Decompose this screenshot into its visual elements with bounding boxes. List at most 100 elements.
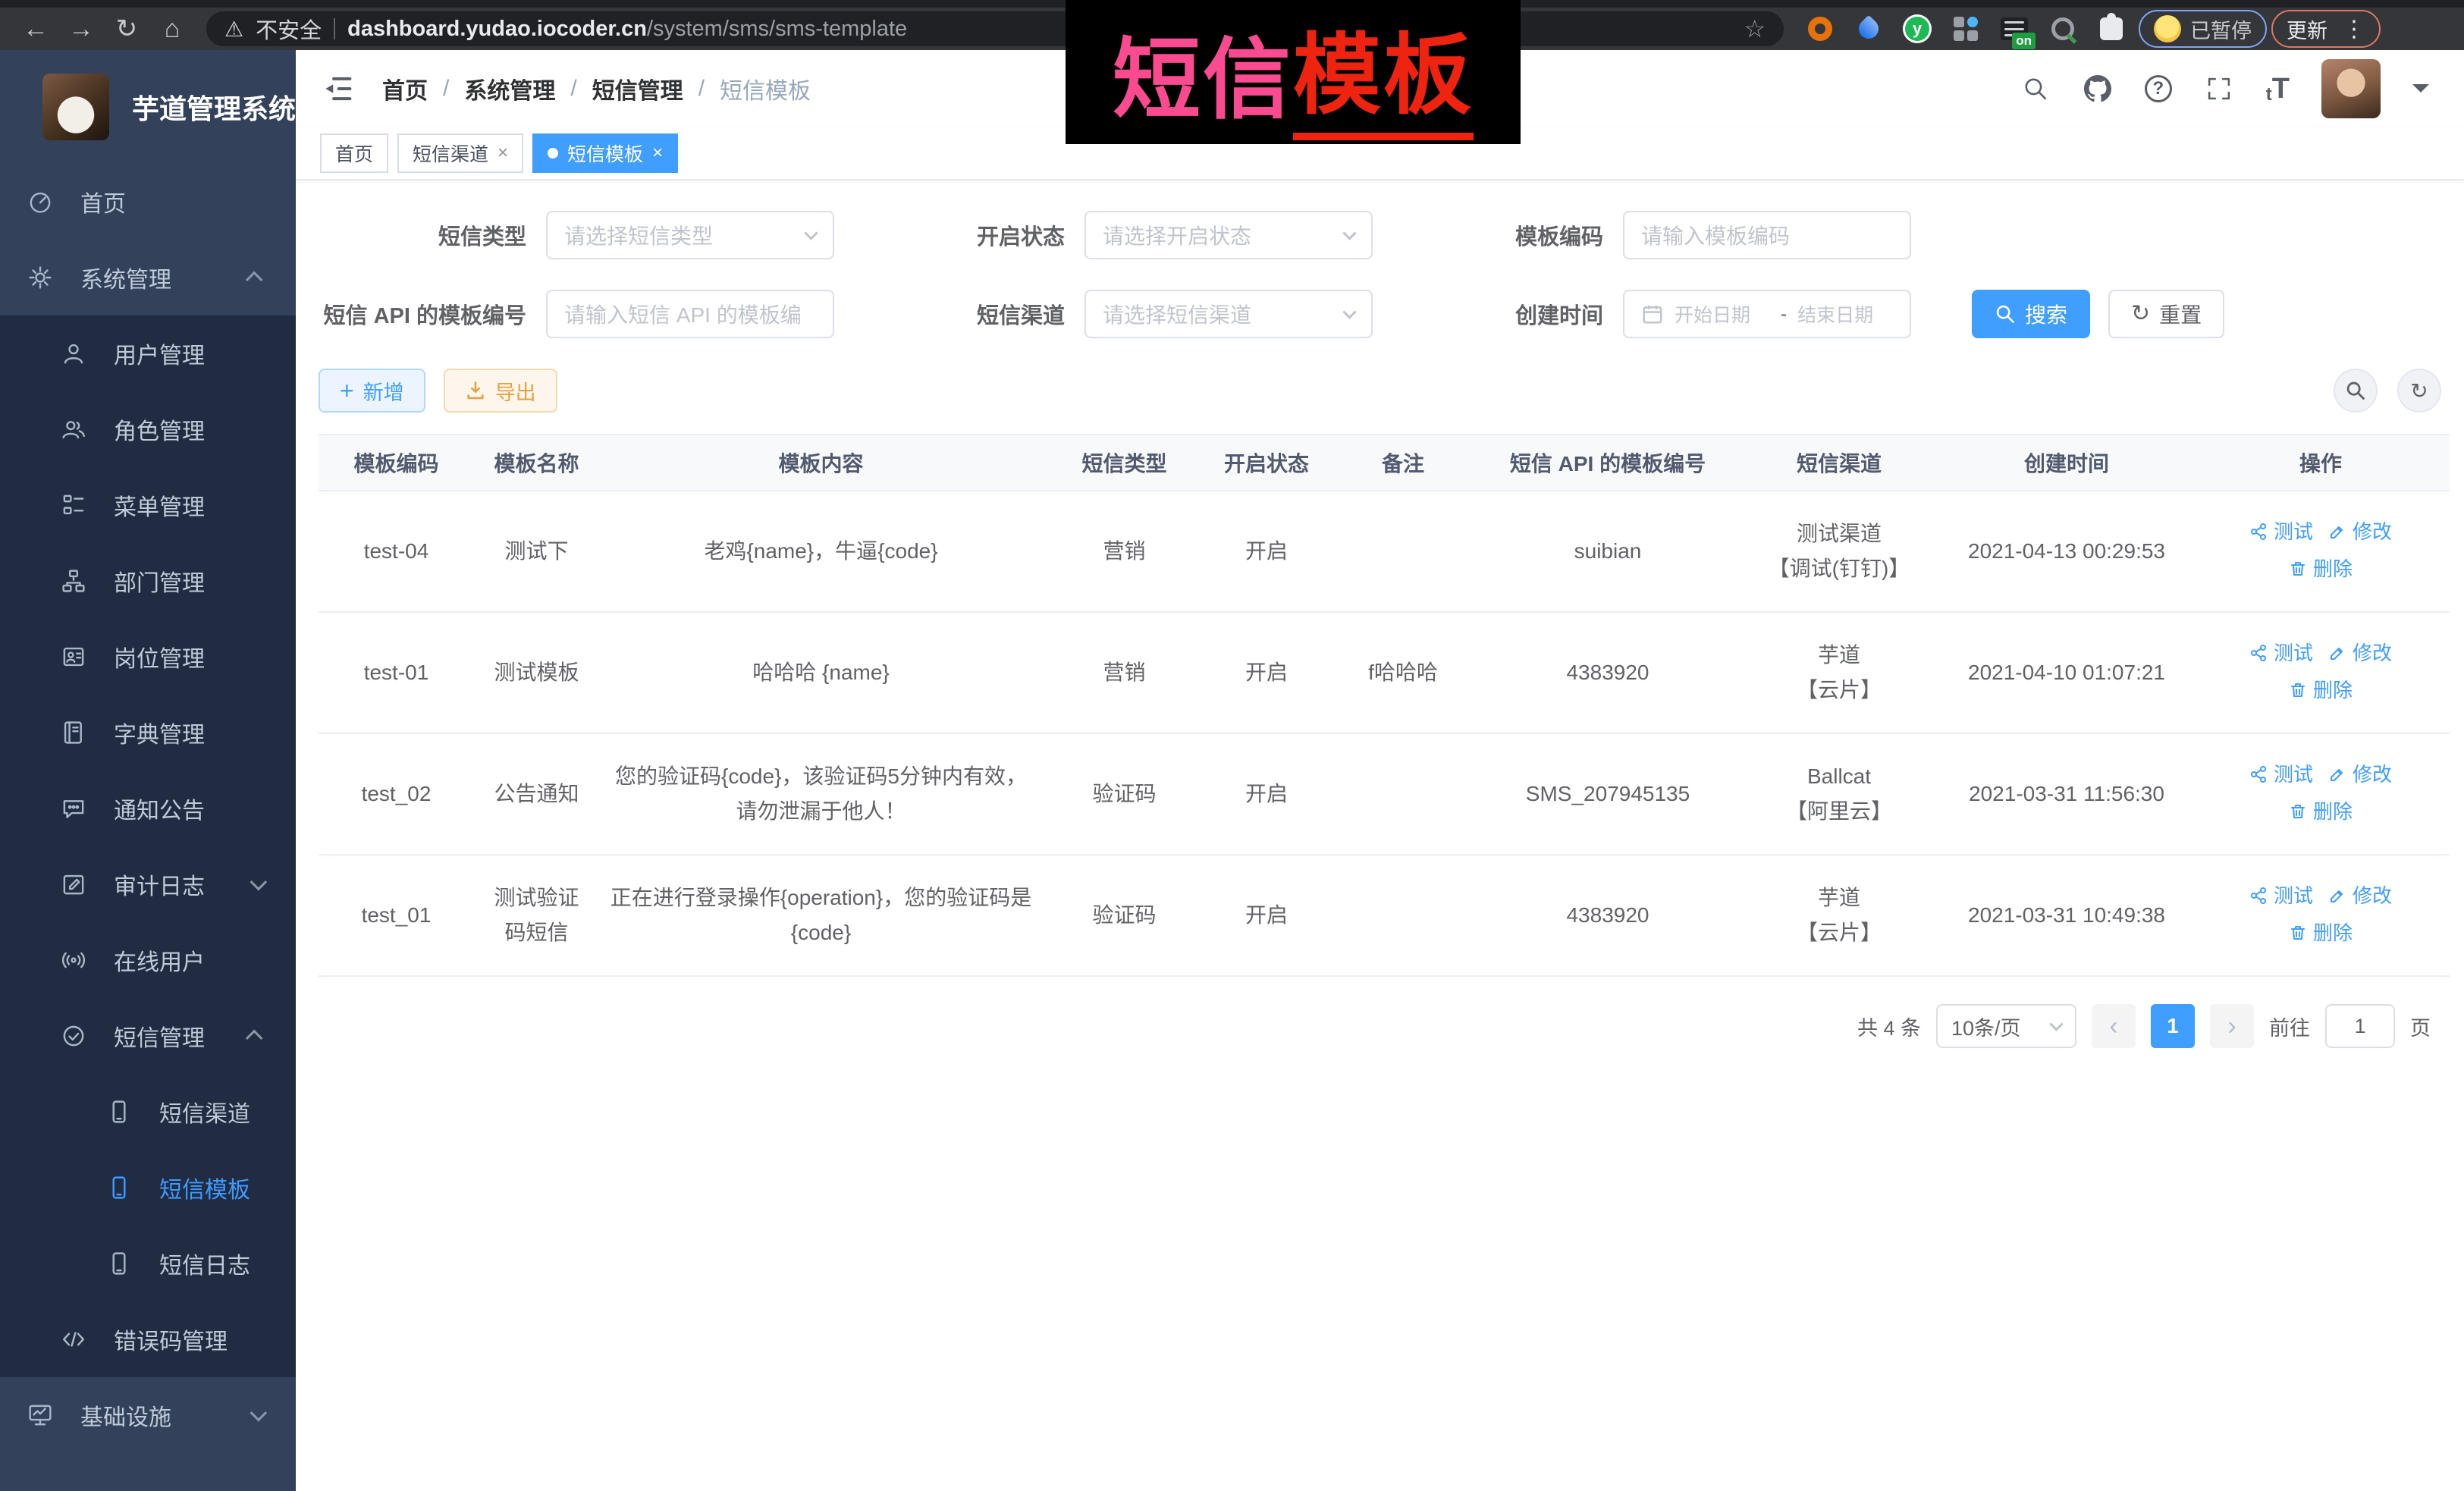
breadcrumb-system[interactable]: 系统管理 [464, 72, 555, 105]
bookmark-star-icon[interactable]: ☆ [1744, 14, 1766, 43]
next-page-button[interactable]: › [2210, 1004, 2254, 1048]
browser-reload-icon[interactable]: ↻ [106, 8, 147, 49]
table-row: test_01 测试验证码短信 正在进行登录操作{operation}，您的验证… [319, 855, 2450, 976]
breadcrumb: 首页 / 系统管理 / 短信管理 / 短信模板 [382, 72, 811, 105]
pagination: 共 4 条 10条/页 ‹ 1 › 前往 1 页 [329, 1004, 2431, 1048]
sidebar-item-online-users[interactable]: 在线用户 [0, 922, 296, 998]
tag-home[interactable]: 首页 [320, 133, 388, 173]
sidebar-item-system[interactable]: 系统管理 [0, 240, 296, 315]
sidebar-item-users[interactable]: 用户管理 [0, 315, 296, 391]
fullscreen-icon[interactable] [2204, 74, 2234, 104]
edit-link[interactable]: 修改 [2328, 636, 2392, 670]
extension-list-icon[interactable]: on [1999, 14, 2029, 44]
sidebar-item-sms-channel[interactable]: 短信渠道 [0, 1074, 296, 1150]
sms-type-select[interactable]: 请选择短信类型 [546, 211, 834, 259]
sidebar-item-posts[interactable]: 岗位管理 [0, 619, 296, 695]
tag-sms-channel[interactable]: 短信渠道× [397, 133, 523, 173]
calendar-icon [1641, 303, 1664, 325]
github-icon[interactable] [2083, 74, 2113, 104]
breadcrumb-home[interactable]: 首页 [382, 72, 428, 105]
sidebar-collapse-icon[interactable] [320, 71, 355, 106]
breadcrumb-sms[interactable]: 短信管理 [592, 72, 683, 105]
app-logo[interactable]: 芋道管理系统 [0, 50, 296, 164]
sidebar-item-sms-log[interactable]: 短信日志 [0, 1226, 296, 1301]
template-code-input[interactable]: 请输入模板编码 [1623, 211, 1911, 259]
address-bar[interactable]: ⚠ 不安全 dashboard.yudao.iocoder.cn/system/… [206, 11, 1784, 46]
test-link[interactable]: 测试 [2249, 757, 2313, 792]
extensions-puzzle-icon[interactable] [2096, 14, 2127, 44]
status-select[interactable]: 请选择开启状态 [1084, 211, 1373, 259]
edit-link[interactable]: 修改 [2328, 757, 2392, 792]
code-icon [61, 1326, 86, 1352]
sms-type-label: 短信类型 [319, 219, 546, 251]
browser-update-button[interactable]: 更新 ⋮ [2271, 10, 2381, 48]
create-time-label: 创建时间 [1373, 298, 1623, 330]
delete-link[interactable]: 删除 [2289, 915, 2353, 950]
extension-magnifier-icon[interactable] [2048, 14, 2078, 44]
page-size-select[interactable]: 10条/页 [1936, 1004, 2076, 1048]
search-icon[interactable] [2020, 74, 2051, 104]
sidebar-item-sms[interactable]: 短信管理 [0, 998, 296, 1074]
browser-home-icon[interactable]: ⌂ [152, 8, 193, 49]
close-icon[interactable]: × [498, 143, 508, 164]
user-avatar[interactable] [2321, 59, 2381, 118]
current-page-button[interactable]: 1 [2151, 1004, 2195, 1048]
sidebar-item-menus[interactable]: 菜单管理 [0, 467, 296, 543]
tag-sms-template[interactable]: 短信模板× [532, 133, 678, 173]
api-template-id-input[interactable]: 请输入短信 API 的模板编 [546, 290, 834, 338]
sidebar-item-infrastructure[interactable]: 基础设施 [0, 1377, 296, 1453]
sidebar-item-audit-log[interactable]: 审计日志 [0, 846, 296, 922]
delete-link[interactable]: 删除 [2289, 673, 2353, 708]
sidebar-item-notices[interactable]: 通知公告 [0, 771, 296, 846]
reset-button[interactable]: ↻ 重置 [2108, 290, 2224, 338]
browser-forward-icon[interactable]: → [61, 8, 102, 49]
speech-bubble-icon [61, 796, 86, 821]
status-label: 开启状态 [834, 219, 1084, 251]
sidebar-item-home[interactable]: 首页 [0, 164, 296, 240]
chevron-down-icon [804, 226, 818, 240]
sidebar-item-roles[interactable]: 角色管理 [0, 391, 296, 467]
avatar-caret-down-icon[interactable] [2412, 84, 2429, 101]
sidebar-item-dictionary[interactable]: 字典管理 [0, 695, 296, 771]
browser-back-icon[interactable]: ← [15, 8, 56, 49]
sidebar-item-departments[interactable]: 部门管理 [0, 543, 296, 619]
shield-check-icon [61, 1023, 86, 1049]
edit-link[interactable]: 修改 [2328, 514, 2392, 549]
channel-select[interactable]: 请选择短信渠道 [1084, 290, 1373, 338]
template-code-label: 模板编码 [1373, 219, 1623, 251]
test-link[interactable]: 测试 [2249, 514, 2313, 549]
toggle-search-button[interactable] [2334, 369, 2378, 413]
goto-page-input[interactable]: 1 [2325, 1004, 2395, 1048]
help-icon[interactable]: ? [2145, 75, 2172, 102]
refresh-table-button[interactable]: ↻ [2397, 369, 2441, 413]
edit-link[interactable]: 修改 [2328, 878, 2392, 913]
extension-ring-icon[interactable] [1805, 14, 1835, 44]
security-label[interactable]: 不安全 [256, 13, 322, 45]
sidebar-item-error-codes[interactable]: 错误码管理 [0, 1301, 296, 1377]
page-unit-label: 页 [2410, 1012, 2431, 1041]
export-button[interactable]: 导出 [444, 369, 557, 413]
delete-link[interactable]: 删除 [2289, 794, 2353, 829]
prev-page-button[interactable]: ‹ [2092, 1004, 2136, 1048]
col-channel: 短信渠道 [1737, 435, 1941, 491]
delete-link[interactable]: 删除 [2289, 551, 2353, 586]
close-icon[interactable]: × [652, 143, 663, 164]
profile-avatar [2154, 15, 2181, 42]
search-button[interactable]: 搜索 [1972, 290, 2090, 338]
sidebar-item-sms-template[interactable]: 短信模板 [0, 1150, 296, 1226]
extension-pin-icon[interactable] [1853, 14, 1884, 44]
profile-paused-badge[interactable]: 已暂停 [2139, 10, 2267, 48]
test-link[interactable]: 测试 [2249, 636, 2313, 670]
col-remark: 备注 [1327, 435, 1479, 491]
table-row: test-01 测试模板 哈哈哈 {name} 营销 开启 f哈哈哈 43839… [319, 612, 2450, 733]
add-button[interactable]: + 新增 [319, 369, 425, 413]
channel-label: 短信渠道 [834, 298, 1084, 330]
font-size-icon[interactable]: tT [2266, 73, 2290, 105]
extension-y-icon[interactable]: y [1902, 14, 1932, 44]
extension-grid-icon[interactable] [1951, 14, 1981, 44]
chevron-down-icon [250, 874, 268, 891]
date-range-picker[interactable]: 开始日期 - 结束日期 [1623, 290, 1911, 338]
chevron-up-icon [246, 1030, 263, 1047]
test-link[interactable]: 测试 [2249, 878, 2313, 913]
browser-menu-icon[interactable]: ⋮ [2343, 16, 2365, 42]
